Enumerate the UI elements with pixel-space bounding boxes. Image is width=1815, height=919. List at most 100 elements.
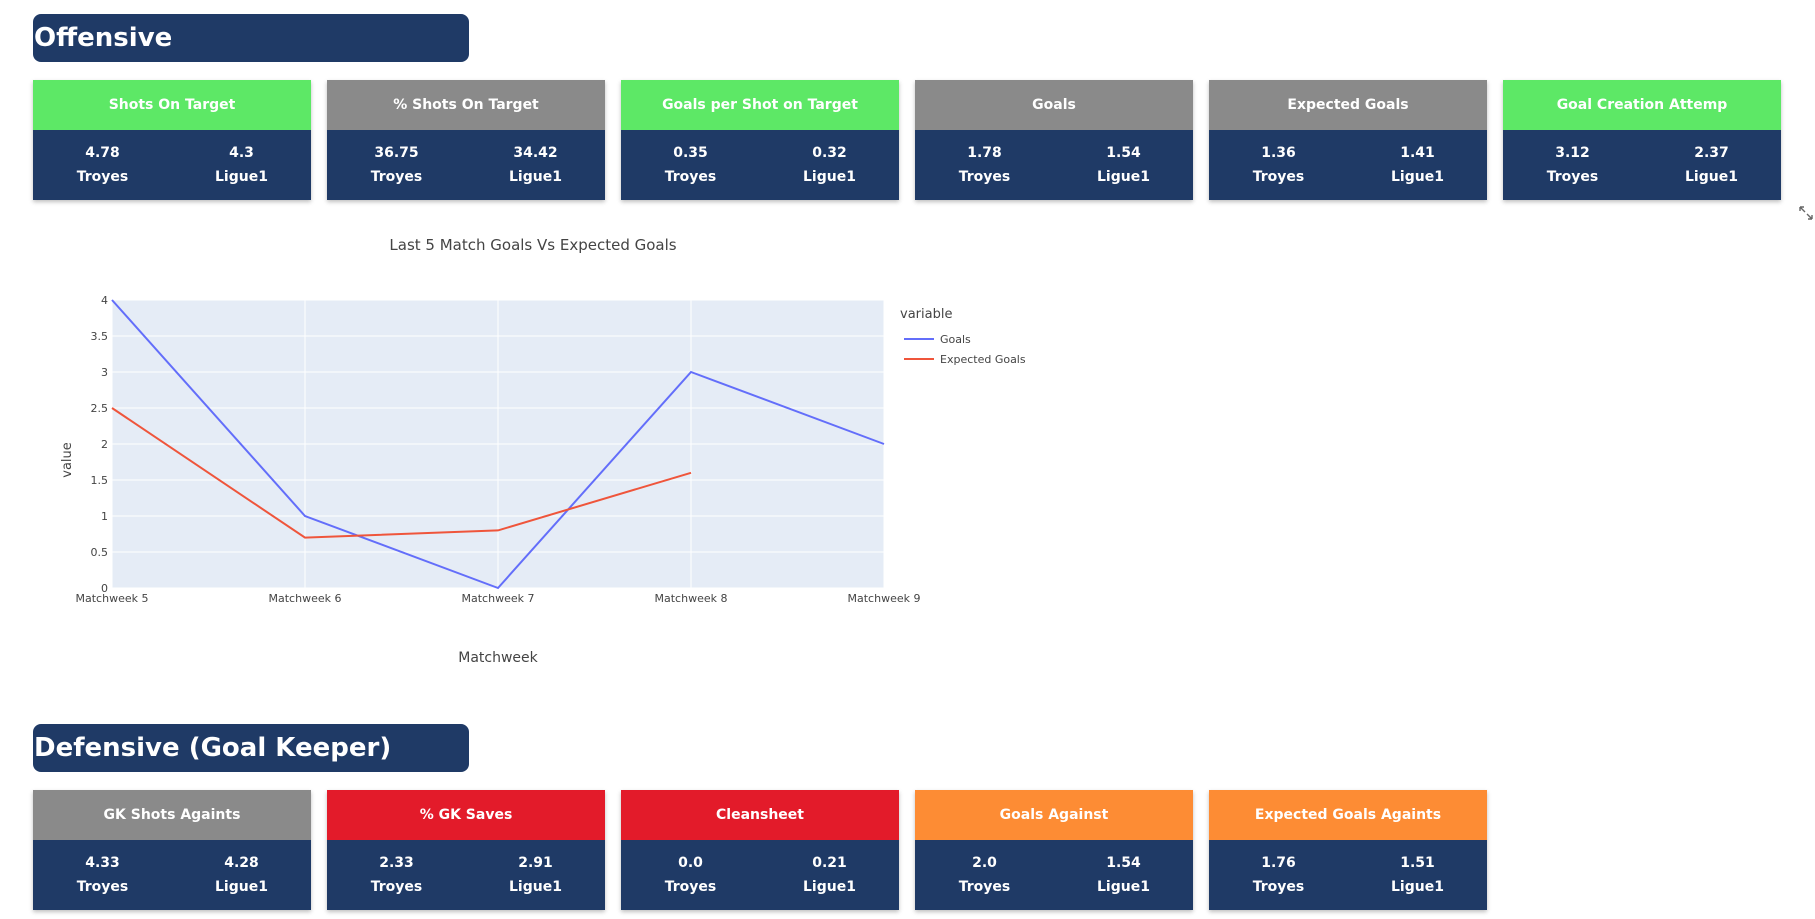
card-values: 1.36 Troyes 1.41 Ligue1 xyxy=(1209,130,1487,200)
y-tick-label: 3 xyxy=(101,366,108,379)
card-values: 2.0 Troyes 1.54 Ligue1 xyxy=(915,840,1193,910)
y-tick-label: 1 xyxy=(101,510,108,523)
team-name: Troyes xyxy=(370,169,423,185)
chart-title: Last 5 Match Goals Vs Expected Goals xyxy=(389,236,676,254)
y-tick-label: 2.5 xyxy=(91,402,109,415)
team-value: 1.36 xyxy=(1261,145,1296,161)
team-value: 36.75 xyxy=(374,145,419,161)
defensive-card-0: GK Shots Againts 4.33 Troyes 4.28 Ligue1 xyxy=(33,790,311,910)
league-value: 2.37 xyxy=(1694,145,1729,161)
y-axis-label: value xyxy=(60,442,75,478)
team-column: 0.0 Troyes xyxy=(621,840,760,910)
y-ticks: 00.511.522.533.54 xyxy=(91,294,109,595)
league-value: 1.41 xyxy=(1400,145,1435,161)
card-label: Cleansheet xyxy=(621,790,899,840)
league-value: 1.54 xyxy=(1106,145,1141,161)
offensive-section-title: Offensive xyxy=(33,14,469,62)
defensive-card-1: % GK Saves 2.33 Troyes 2.91 Ligue1 xyxy=(327,790,605,910)
league-name: Ligue1 xyxy=(1097,169,1150,185)
team-column: 2.0 Troyes xyxy=(915,840,1054,910)
legend: variable Goals Expected Goals xyxy=(900,307,1026,366)
team-name: Troyes xyxy=(76,169,129,185)
league-name: Ligue1 xyxy=(215,879,268,895)
y-tick-label: 2 xyxy=(101,438,108,451)
league-name: Ligue1 xyxy=(215,169,268,185)
card-label: Goal Creation Attemp xyxy=(1503,80,1781,130)
league-name: Ligue1 xyxy=(803,879,856,895)
chart-svg: Last 5 Match Goals Vs Expected Goals 00.… xyxy=(60,236,1026,666)
offensive-card-0: Shots On Target 4.78 Troyes 4.3 Ligue1 xyxy=(33,80,311,200)
y-tick-label: 3.5 xyxy=(91,330,109,343)
league-value: 4.28 xyxy=(224,855,259,871)
offensive-card-1: % Shots On Target 36.75 Troyes 34.42 Ligue1 xyxy=(327,80,605,200)
league-name: Ligue1 xyxy=(1097,879,1150,895)
league-column: 1.54 Ligue1 xyxy=(1054,130,1193,200)
legend-title: variable xyxy=(900,307,952,322)
league-column: 4.3 Ligue1 xyxy=(172,130,311,200)
league-column: 1.54 Ligue1 xyxy=(1054,840,1193,910)
x-tick-label: Matchweek 5 xyxy=(76,592,149,605)
league-column: 2.37 Ligue1 xyxy=(1642,130,1781,200)
y-tick-label: 4 xyxy=(101,294,108,307)
league-value: 4.3 xyxy=(229,145,254,161)
expand-icon-svg xyxy=(1799,206,1813,220)
offensive-card-5: Goal Creation Attemp 3.12 Troyes 2.37 Ligue1 xyxy=(1503,80,1781,200)
team-column: 36.75 Troyes xyxy=(327,130,466,200)
card-label: Goals Against xyxy=(915,790,1193,840)
league-name: Ligue1 xyxy=(509,169,562,185)
card-values: 2.33 Troyes 2.91 Ligue1 xyxy=(327,840,605,910)
league-name: Ligue1 xyxy=(1391,169,1444,185)
offensive-card-4: Expected Goals 1.36 Troyes 1.41 Ligue1 xyxy=(1209,80,1487,200)
defensive-card-4: Expected Goals Againts 1.76 Troyes 1.51 Ligu… xyxy=(1209,790,1487,910)
team-name: Troyes xyxy=(958,169,1011,185)
card-label: Expected Goals xyxy=(1209,80,1487,130)
team-column: 3.12 Troyes xyxy=(1503,130,1642,200)
y-tick-label: 0.5 xyxy=(91,546,109,559)
league-column: 1.51 Ligue1 xyxy=(1348,840,1487,910)
card-values: 3.12 Troyes 2.37 Ligue1 xyxy=(1503,130,1781,200)
x-axis-label: Matchweek xyxy=(458,650,538,666)
team-column: 2.33 Troyes xyxy=(327,840,466,910)
league-column: 1.41 Ligue1 xyxy=(1348,130,1487,200)
league-name: Ligue1 xyxy=(509,879,562,895)
y-tick-label: 1.5 xyxy=(91,474,109,487)
card-label: Goals xyxy=(915,80,1193,130)
offensive-card-2: Goals per Shot on Target 0.35 Troyes 0.32 Li… xyxy=(621,80,899,200)
team-name: Troyes xyxy=(958,879,1011,895)
league-value: 2.91 xyxy=(518,855,553,871)
league-value: 0.21 xyxy=(812,855,847,871)
league-name: Ligue1 xyxy=(803,169,856,185)
team-value: 2.33 xyxy=(379,855,414,871)
team-value: 0.0 xyxy=(678,855,703,871)
offensive-cards: Shots On Target 4.78 Troyes 4.3 Ligue1% Shot… xyxy=(33,80,1781,200)
card-label: % Shots On Target xyxy=(327,80,605,130)
defensive-card-3: Goals Against 2.0 Troyes 1.54 Ligue1 xyxy=(915,790,1193,910)
team-value: 3.12 xyxy=(1555,145,1590,161)
team-column: 4.78 Troyes xyxy=(33,130,172,200)
card-label: Goals per Shot on Target xyxy=(621,80,899,130)
legend-item-label[interactable]: Goals xyxy=(940,333,971,346)
expand-icon[interactable] xyxy=(1798,205,1814,221)
card-values: 4.78 Troyes 4.3 Ligue1 xyxy=(33,130,311,200)
league-value: 1.51 xyxy=(1400,855,1435,871)
card-label: GK Shots Againts xyxy=(33,790,311,840)
offensive-card-3: Goals 1.78 Troyes 1.54 Ligue1 xyxy=(915,80,1193,200)
league-value: 0.32 xyxy=(812,145,847,161)
league-column: 34.42 Ligue1 xyxy=(466,130,605,200)
team-value: 2.0 xyxy=(972,855,997,871)
card-values: 1.76 Troyes 1.51 Ligue1 xyxy=(1209,840,1487,910)
card-values: 36.75 Troyes 34.42 Ligue1 xyxy=(327,130,605,200)
league-column: 0.32 Ligue1 xyxy=(760,130,899,200)
card-values: 0.35 Troyes 0.32 Ligue1 xyxy=(621,130,899,200)
x-tick-label: Matchweek 6 xyxy=(269,592,342,605)
x-tick-label: Matchweek 8 xyxy=(655,592,728,605)
card-values: 0.0 Troyes 0.21 Ligue1 xyxy=(621,840,899,910)
team-value: 4.33 xyxy=(85,855,120,871)
team-value: 4.78 xyxy=(85,145,120,161)
legend-item-label[interactable]: Expected Goals xyxy=(940,353,1026,366)
card-label: % GK Saves xyxy=(327,790,605,840)
goals-vs-xg-chart: Last 5 Match Goals Vs Expected Goals 0 0.… xyxy=(0,228,1100,678)
card-label: Expected Goals Againts xyxy=(1209,790,1487,840)
team-name: Troyes xyxy=(76,879,129,895)
team-column: 0.35 Troyes xyxy=(621,130,760,200)
